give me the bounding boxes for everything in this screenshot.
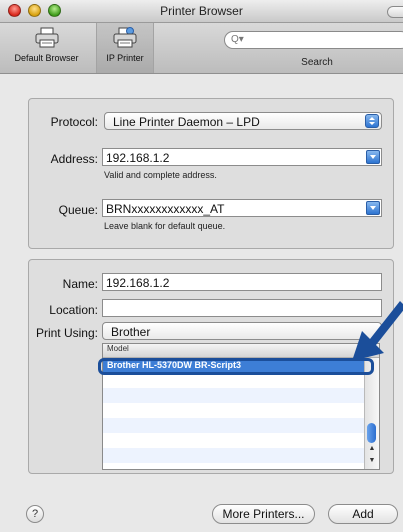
queue-field[interactable]: BRNxxxxxxxxxxxx_AT bbox=[102, 199, 382, 217]
location-label: Location: bbox=[49, 303, 98, 317]
ip-printer-tab[interactable]: IP Printer bbox=[96, 23, 154, 73]
address-history-button[interactable] bbox=[366, 150, 380, 164]
model-column-header[interactable]: Model bbox=[103, 344, 379, 358]
scroll-down-arrow-icon[interactable]: ▼ bbox=[366, 456, 378, 466]
protocol-value: Line Printer Daemon – LPD bbox=[113, 115, 260, 129]
printer-icon bbox=[35, 27, 58, 48]
name-label: Name: bbox=[62, 277, 98, 291]
add-button[interactable]: Add bbox=[328, 504, 398, 524]
toolbar-toggle-button[interactable] bbox=[387, 6, 403, 18]
print-using-value: Brother bbox=[111, 325, 151, 339]
print-using-label: Print Using: bbox=[35, 326, 98, 340]
default-browser-tab[interactable]: Default Browser bbox=[0, 23, 93, 73]
location-field[interactable] bbox=[102, 299, 382, 317]
address-value: 192.168.1.2 bbox=[106, 151, 170, 165]
queue-hint: Leave blank for default queue. bbox=[104, 221, 226, 231]
search-label: Search bbox=[301, 57, 333, 68]
list-item[interactable] bbox=[103, 418, 365, 433]
address-hint: Valid and complete address. bbox=[104, 170, 217, 180]
default-browser-label: Default Browser bbox=[14, 53, 79, 63]
network-printer-icon bbox=[113, 27, 137, 48]
scroll-thumb[interactable] bbox=[367, 423, 376, 443]
address-label: Address: bbox=[50, 152, 98, 166]
list-item[interactable] bbox=[103, 403, 365, 418]
search-box: Q▾ bbox=[224, 31, 403, 49]
list-item[interactable] bbox=[103, 388, 365, 403]
list-item[interactable] bbox=[103, 433, 365, 448]
annotation-arrow-icon bbox=[352, 301, 403, 361]
scroll-up-arrow-icon[interactable]: ▲ bbox=[366, 444, 378, 454]
queue-history-button[interactable] bbox=[366, 201, 380, 215]
help-button[interactable]: ? bbox=[26, 505, 44, 523]
queue-value: BRNxxxxxxxxxxxx_AT bbox=[106, 202, 225, 216]
window-title: Printer Browser bbox=[160, 4, 243, 18]
address-field[interactable]: 192.168.1.2 bbox=[102, 148, 382, 166]
list-item[interactable] bbox=[103, 448, 365, 463]
chevron-down-icon bbox=[370, 206, 376, 210]
toolbar: Default Browser IP Printer Q▾ Search bbox=[0, 23, 403, 74]
protocol-popup[interactable]: Line Printer Daemon – LPD bbox=[104, 112, 382, 130]
search-input[interactable] bbox=[247, 34, 397, 46]
printer-browser-window: Printer Browser Default Browser IP Print… bbox=[0, 0, 403, 532]
print-using-popup[interactable]: Brother bbox=[102, 322, 382, 340]
model-header-label: Model bbox=[107, 344, 129, 353]
ip-printer-label: IP Printer bbox=[106, 53, 144, 63]
selection-highlight-outline bbox=[98, 358, 374, 375]
title-bar: Printer Browser bbox=[0, 0, 403, 23]
name-field[interactable]: 192.168.1.2 bbox=[102, 273, 382, 291]
search-icon: Q▾ bbox=[231, 34, 244, 45]
updown-arrows-icon bbox=[365, 114, 379, 128]
queue-label: Queue: bbox=[58, 203, 98, 217]
more-printers-button[interactable]: More Printers... bbox=[212, 504, 315, 524]
protocol-label: Protocol: bbox=[50, 115, 98, 129]
name-value: 192.168.1.2 bbox=[106, 276, 170, 290]
list-item[interactable] bbox=[103, 373, 365, 388]
chevron-down-icon bbox=[370, 155, 376, 159]
